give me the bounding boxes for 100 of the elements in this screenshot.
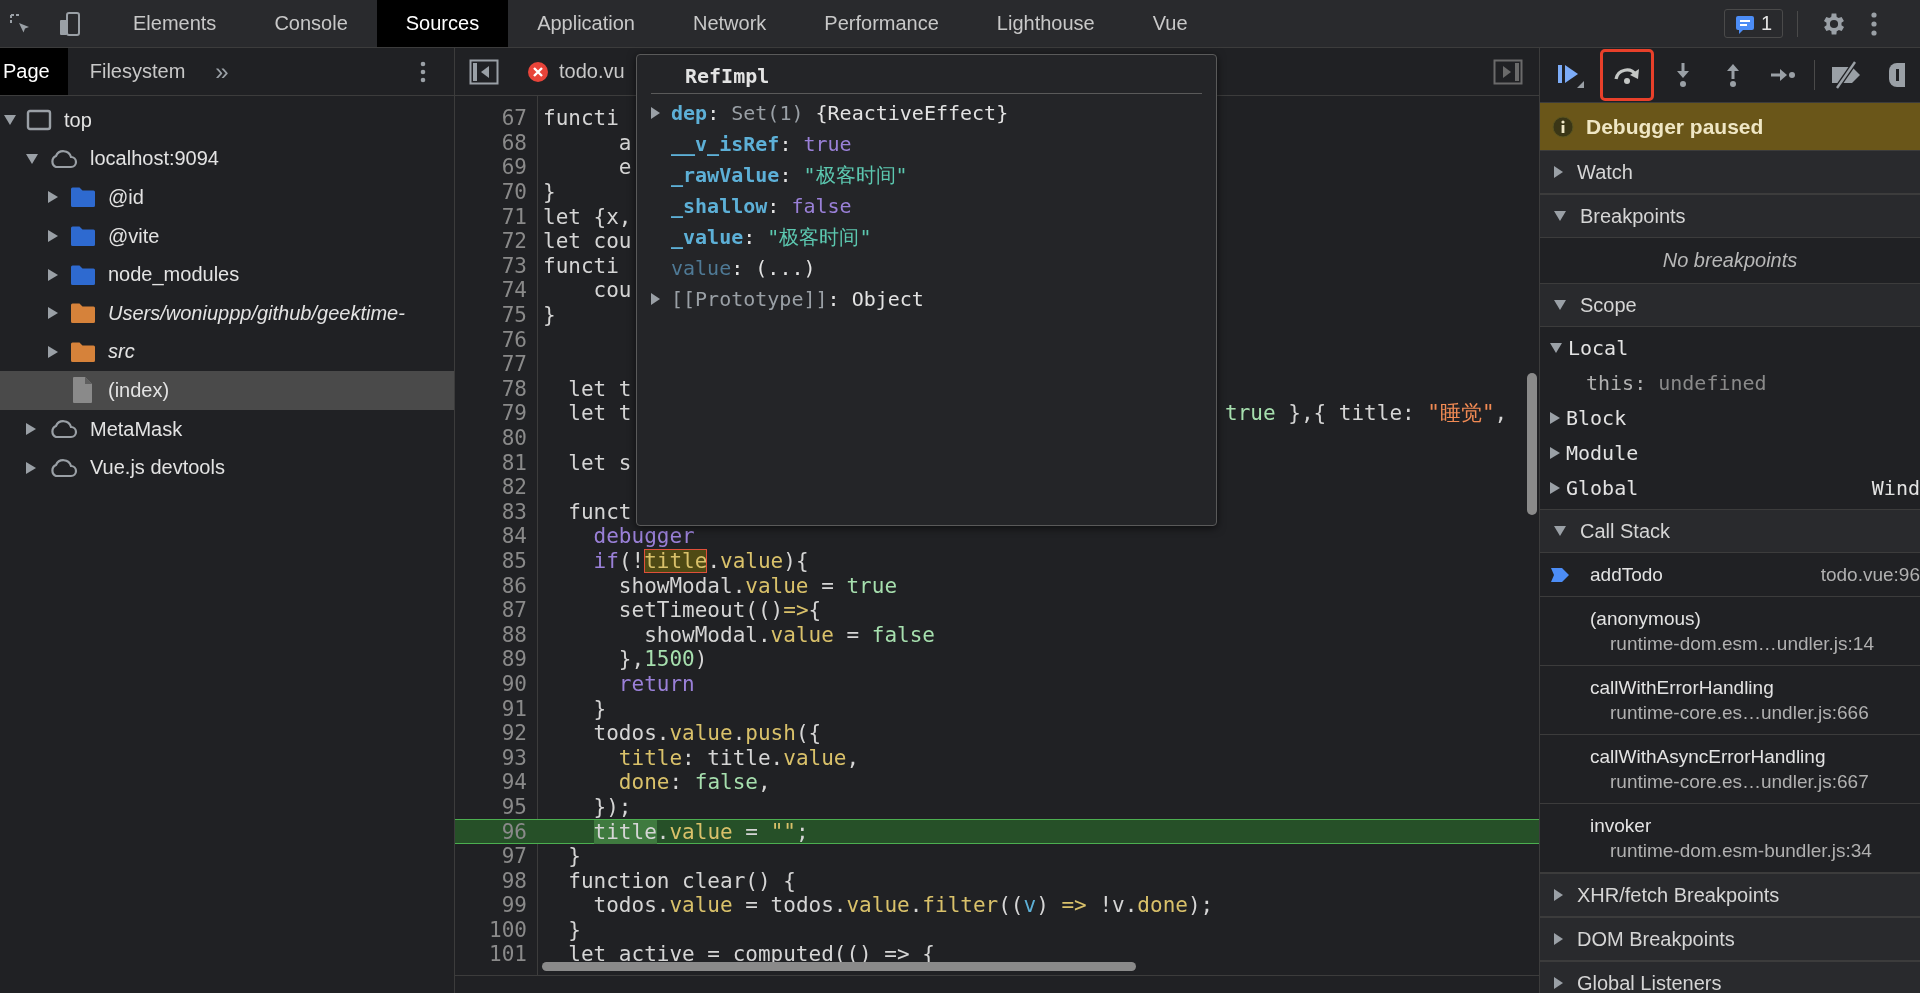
disclosure-triangle-icon[interactable] <box>48 230 58 243</box>
section-title[interactable]: Breakpoints <box>1580 204 1686 228</box>
call-frame[interactable]: callWithAsyncErrorHandling runtime-core.es…undler.js:667 <box>1540 735 1920 804</box>
panel-tab[interactable]: Network <box>664 0 796 47</box>
file-tab[interactable]: todo.vu <box>559 60 625 83</box>
section-header[interactable]: Scope <box>1540 283 1920 327</box>
panel-tab[interactable]: Lighthouse <box>967 0 1124 47</box>
tree-item[interactable]: src <box>108 340 135 364</box>
folder-icon <box>70 302 96 325</box>
section-header[interactable]: DOM Breakpoints <box>1540 917 1920 961</box>
tree-item[interactable]: top <box>64 108 92 132</box>
more-menu-icon[interactable] <box>1870 10 1878 37</box>
line-number: 98 <box>500 868 528 893</box>
more-menu-icon[interactable] <box>420 60 426 83</box>
selected-tree-row[interactable]: (index) <box>0 371 454 410</box>
tree-item[interactable]: @id <box>108 186 144 209</box>
object-property[interactable]: dep: Set(1) {ReactiveEffect} <box>671 101 1009 126</box>
scope-name[interactable]: Global <box>1566 475 1639 500</box>
tree-item[interactable]: Users/woniuppp/github/geektime- <box>108 301 405 325</box>
code-line: functi <box>543 253 619 278</box>
step-over-button[interactable] <box>1600 49 1654 101</box>
navigator-tab[interactable]: Page <box>0 48 68 95</box>
code-line: showModal.value = false <box>643 622 935 647</box>
disclosure-triangle-icon[interactable] <box>26 461 36 474</box>
code-line: return <box>617 671 695 696</box>
panel-tab[interactable]: Performance <box>795 0 968 47</box>
disclosure-triangle-icon[interactable] <box>651 292 660 305</box>
line-number: 81 <box>500 450 528 475</box>
panel-tab[interactable]: Application <box>508 0 664 47</box>
tree-item[interactable]: @vite <box>108 224 160 248</box>
scope-name[interactable]: Local <box>1568 335 1629 360</box>
disclosure-triangle-icon[interactable] <box>1550 411 1560 424</box>
disclosure-triangle-icon[interactable] <box>1554 211 1566 221</box>
tree-item[interactable]: node_modules <box>108 263 240 287</box>
line-number: 90 <box>500 671 528 696</box>
code-line: } <box>567 844 581 869</box>
scrollbar[interactable] <box>542 962 1136 971</box>
disclosure-triangle-icon[interactable] <box>1550 446 1560 459</box>
disclosure-triangle-icon[interactable] <box>1554 933 1563 945</box>
call-frame[interactable]: (anonymous) runtime-dom.esm…undler.js:14 <box>1540 597 1920 666</box>
tree-item[interactable]: localhost:9094 <box>90 147 219 171</box>
line-number: 68 <box>500 130 528 155</box>
section-title[interactable]: DOM Breakpoints <box>1577 927 1735 951</box>
disclosure-triangle-icon[interactable] <box>48 268 58 281</box>
section-title[interactable]: XHR/fetch Breakpoints <box>1577 883 1780 907</box>
disclosure-triangle-icon[interactable] <box>1554 889 1563 901</box>
code-line: if(!title.value){ <box>592 549 809 573</box>
section-header[interactable]: Global Listeners <box>1540 961 1920 993</box>
section-header[interactable]: Call Stack <box>1540 509 1920 553</box>
disclosure-triangle-icon[interactable] <box>26 423 36 436</box>
code-line: } <box>543 180 556 205</box>
section-title[interactable]: Call Stack <box>1580 519 1671 543</box>
disclosure-triangle-icon[interactable] <box>4 115 16 126</box>
line-number: 69 <box>500 155 528 180</box>
current-frame-arrow-icon <box>1550 565 1570 584</box>
line-number: 85 <box>500 549 528 573</box>
tree-item[interactable]: Vue.js devtools <box>90 456 225 480</box>
disclosure-triangle-icon[interactable] <box>1554 300 1566 310</box>
device-toolbar-icon[interactable] <box>58 10 82 37</box>
section-header[interactable]: Breakpoints <box>1540 194 1920 238</box>
line-number: 78 <box>500 376 528 401</box>
panel-tab[interactable]: Elements <box>104 0 246 47</box>
section-header[interactable]: XHR/fetch Breakpoints <box>1540 873 1920 917</box>
disclosure-triangle-icon[interactable] <box>26 153 38 164</box>
code-line: cou <box>592 278 632 303</box>
info-icon <box>1552 115 1574 138</box>
tree-item[interactable]: MetaMask <box>90 417 183 441</box>
disclosure-triangle-icon[interactable] <box>48 345 58 358</box>
code-line: true },{ title: "睡觉", <box>1225 400 1508 428</box>
section-title[interactable]: Global Listeners <box>1577 971 1722 993</box>
section-title[interactable]: Watch <box>1577 160 1633 184</box>
code-line: e <box>617 155 632 180</box>
disclosure-triangle-icon[interactable] <box>1554 977 1563 989</box>
disclosure-triangle-icon[interactable] <box>1554 526 1566 536</box>
line-number: 93 <box>500 745 528 770</box>
call-frame[interactable]: callWithErrorHandling runtime-core.es…undler.js:666 <box>1540 666 1920 735</box>
call-frame[interactable]: addTodo todo.vue:96 <box>1540 553 1920 597</box>
panel-tab[interactable]: Vue <box>1123 0 1217 47</box>
scrollbar[interactable] <box>1527 373 1537 515</box>
panel-tab[interactable]: Console <box>245 0 377 47</box>
cloud-icon <box>48 419 78 440</box>
disclosure-triangle-icon[interactable] <box>1554 166 1563 178</box>
section-header[interactable]: Watch <box>1540 150 1920 194</box>
disclosure-triangle-icon[interactable] <box>1550 481 1560 494</box>
object-property[interactable]: [[Prototype]]: Object <box>671 286 924 311</box>
toggle-debugger-icon[interactable] <box>1493 58 1523 85</box>
panel-tab[interactable]: Sources <box>376 0 509 47</box>
issues-button[interactable]: 1 <box>1723 9 1783 38</box>
scope-name[interactable]: Block <box>1566 405 1627 430</box>
disclosure-triangle-icon[interactable] <box>48 191 58 204</box>
scope-name[interactable]: Module <box>1566 440 1639 465</box>
pause-icon <box>1887 60 1905 90</box>
disclosure-triangle-icon[interactable] <box>48 307 58 320</box>
line-number: 75 <box>500 303 528 328</box>
section-title[interactable]: Scope <box>1580 293 1637 317</box>
disclosure-triangle-icon[interactable] <box>1550 342 1562 353</box>
toggle-navigator-icon[interactable] <box>469 58 499 85</box>
disclosure-triangle-icon[interactable] <box>651 107 660 120</box>
more-tabs-button[interactable]: » <box>203 48 247 95</box>
navigator-tab[interactable]: Filesystem <box>67 48 204 95</box>
